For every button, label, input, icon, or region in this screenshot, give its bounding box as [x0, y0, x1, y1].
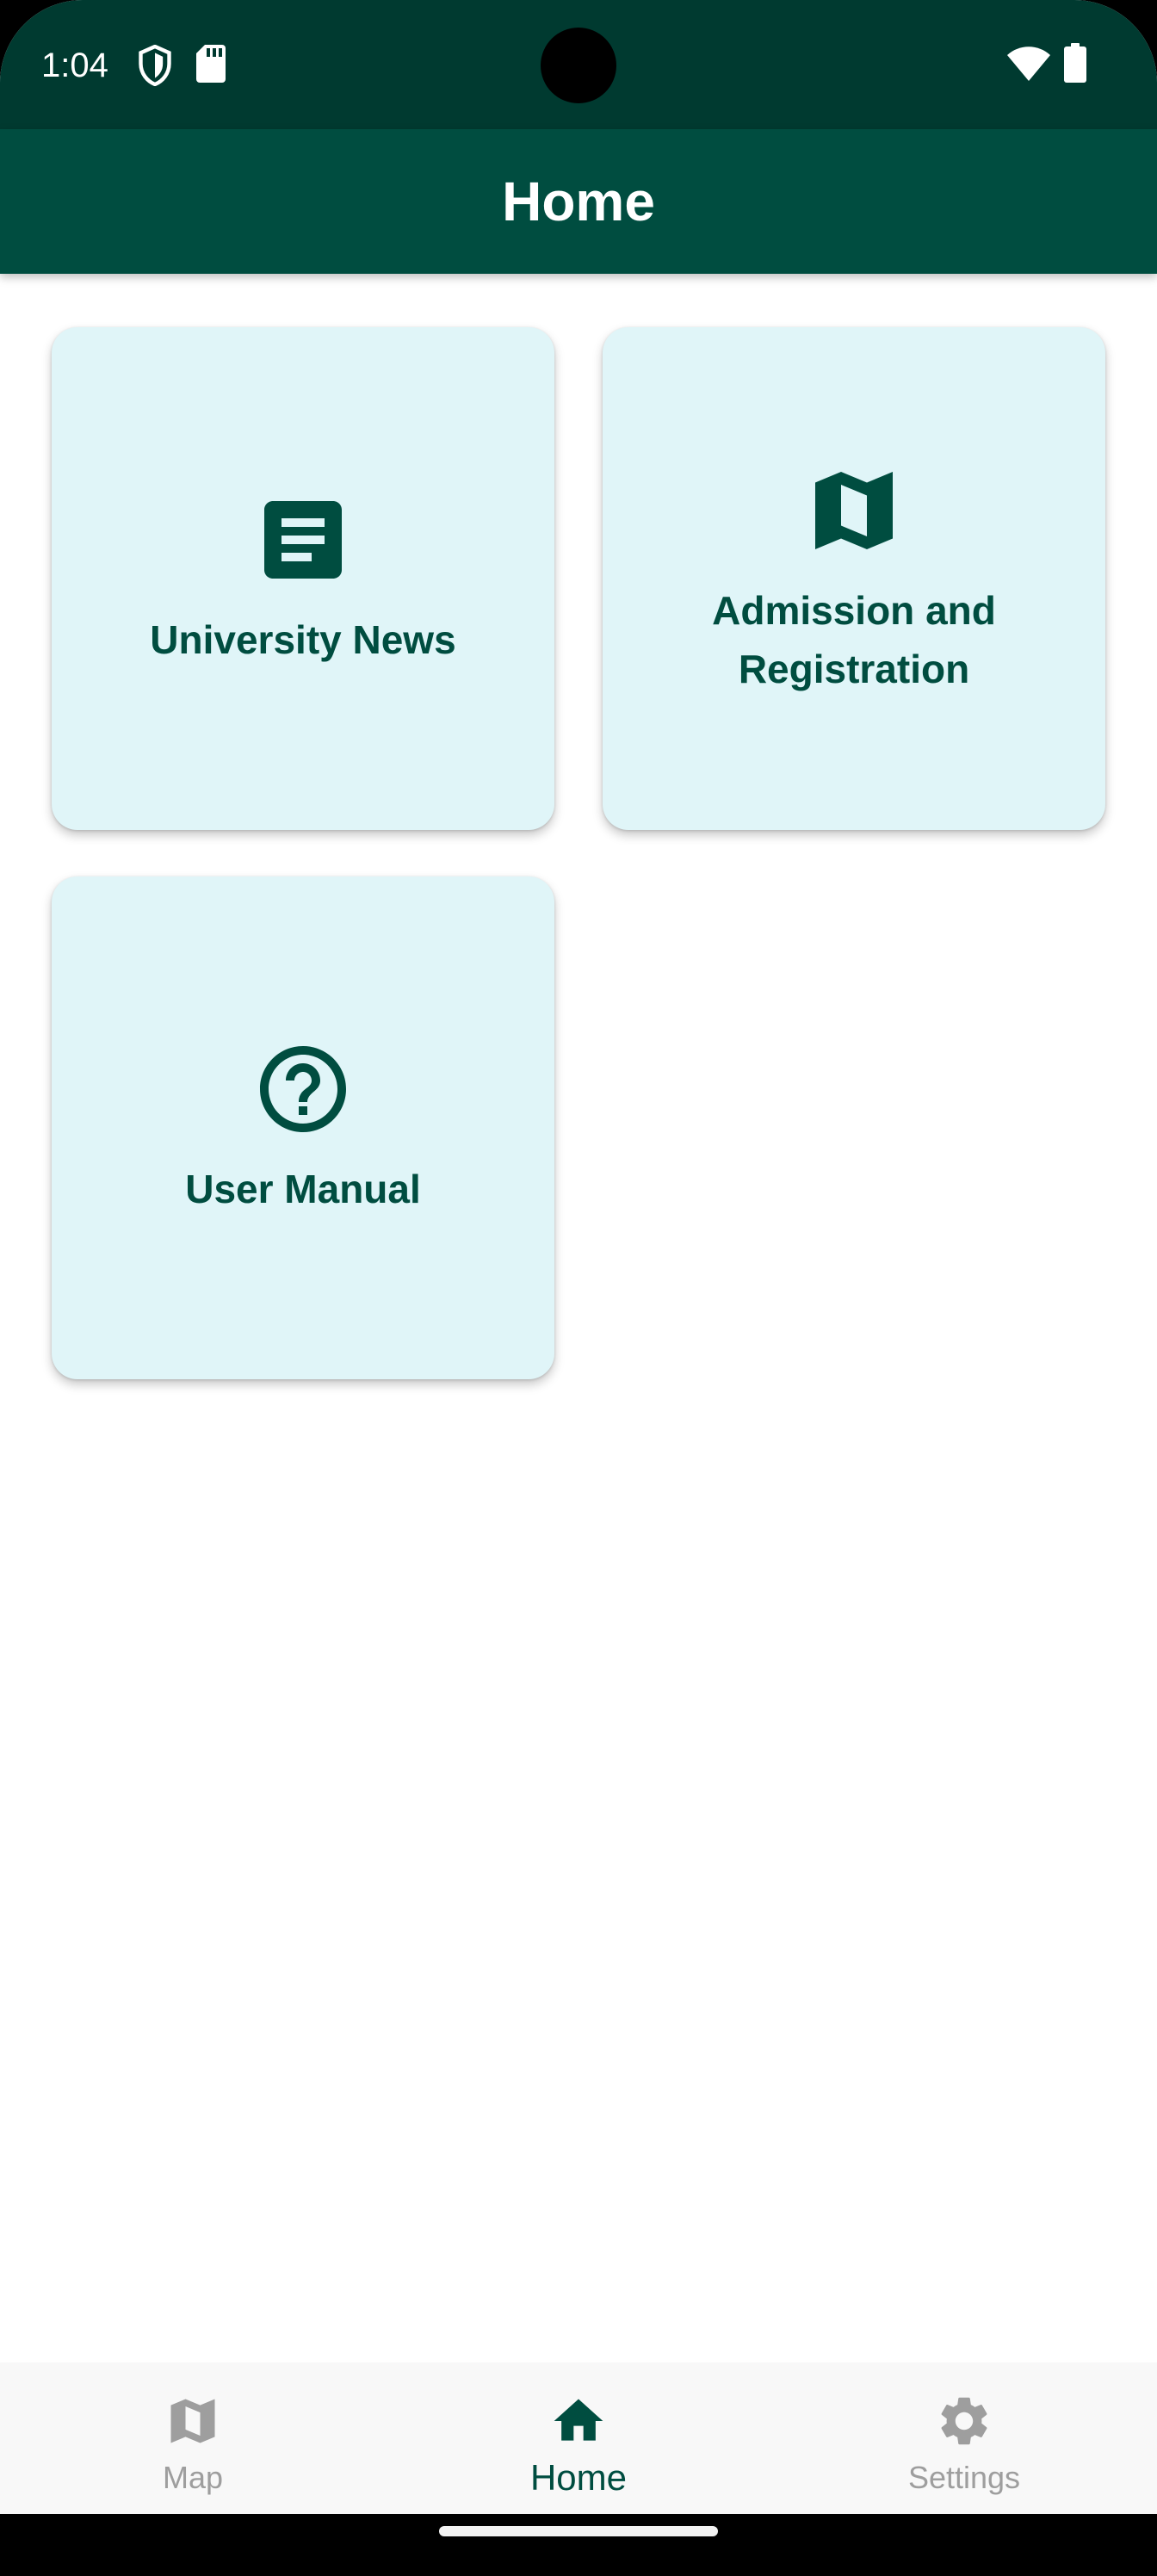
gesture-area [0, 2514, 1157, 2576]
card-label: Admission and Registration [712, 588, 996, 691]
status-bar: 1:04 [0, 0, 1157, 129]
nav-item-settings[interactable]: Settings [771, 2362, 1157, 2514]
user-manual-card[interactable]: User Manual [52, 876, 554, 1379]
nav-label-map: Map [162, 2460, 224, 2495]
map-icon [802, 459, 906, 562]
card-label: University News [150, 617, 456, 662]
article-icon [251, 488, 355, 591]
sd-card-icon [196, 45, 226, 87]
page-title: Home [502, 170, 655, 232]
app-screen: 1:04 Home University News Admission and … [0, 0, 1157, 2576]
admission-registration-card[interactable]: Admission and Registration [603, 327, 1105, 830]
front-camera [541, 28, 616, 103]
gesture-handle[interactable] [439, 2526, 718, 2536]
nav-label-home: Home [529, 2457, 628, 2498]
battery-icon [1064, 43, 1086, 87]
wifi-icon [1007, 46, 1050, 85]
nav-item-home[interactable]: Home [386, 2362, 771, 2514]
card-label: User Manual [185, 1167, 421, 1211]
nav-item-map[interactable]: Map [0, 2362, 386, 2514]
nav-label-settings: Settings [907, 2460, 1021, 2495]
university-news-card[interactable]: University News [52, 327, 554, 830]
map-icon [164, 2392, 222, 2450]
status-time: 1:04 [41, 46, 108, 84]
gear-icon [935, 2392, 993, 2450]
app-bar: Home [0, 129, 1157, 274]
shield-icon [136, 44, 174, 90]
home-icon [549, 2392, 608, 2450]
help-circle-icon [251, 1037, 355, 1141]
bottom-navigation: Map Home Settings [0, 2362, 1157, 2514]
